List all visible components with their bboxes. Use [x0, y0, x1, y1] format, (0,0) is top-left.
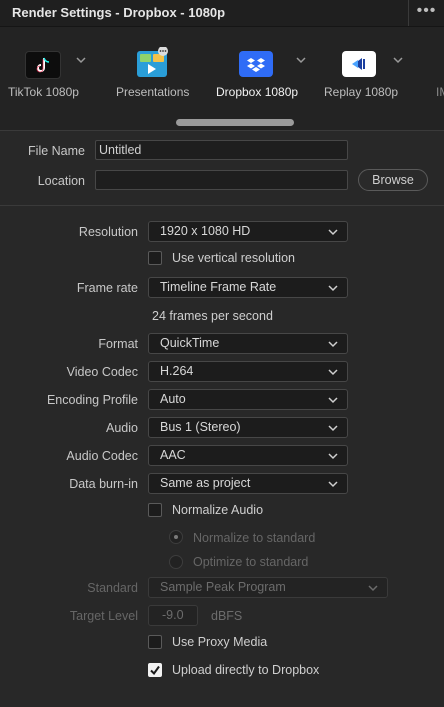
frame-rate-label: Frame rate: [76, 281, 138, 295]
resolution-label: Resolution: [78, 225, 138, 239]
preset-strip: TikTok 1080p Presentations Dropbox 1080p…: [0, 27, 444, 130]
standard-select[interactable]: Sample Peak Program: [148, 577, 388, 598]
chevron-down-icon: [328, 453, 338, 460]
chevron-down-icon: [328, 341, 338, 348]
data-burn-in-label: Data burn-in: [69, 477, 138, 491]
frame-rate-info: 24 frames per second: [152, 309, 273, 323]
window-title: Render Settings - Dropbox - 1080p: [12, 5, 226, 20]
encoding-profile-select[interactable]: Auto: [148, 389, 348, 410]
target-level-unit: dBFS: [211, 609, 243, 623]
preset-dropbox[interactable]: Dropbox 1080p: [210, 27, 315, 130]
preset-label: Presentations: [116, 85, 190, 99]
chevron-down-icon: [328, 369, 338, 376]
audio-codec-value: AAC: [160, 448, 186, 462]
chevron-down-icon[interactable]: [393, 55, 403, 65]
proxy-media-label: Use Proxy Media: [172, 635, 268, 649]
format-label: Format: [98, 337, 138, 351]
chevron-down-icon: [368, 585, 378, 592]
chevron-down-icon: [328, 397, 338, 404]
audio-label: Audio: [106, 421, 138, 435]
preset-scrollbar[interactable]: [176, 119, 294, 126]
resolution-select[interactable]: 1920 x 1080 HD: [148, 221, 348, 242]
optimize-standard-label: Optimize to standard: [193, 555, 309, 569]
proxy-media-checkbox[interactable]: [148, 635, 162, 649]
replay-icon: [342, 51, 376, 77]
normalize-standard-label: Normalize to standard: [193, 531, 316, 545]
preset-label: IM: [436, 85, 444, 99]
audio-select[interactable]: Bus 1 (Stereo): [148, 417, 348, 438]
frame-rate-value: Timeline Frame Rate: [160, 280, 277, 294]
preset-label: TikTok 1080p: [8, 85, 79, 99]
frame-rate-select[interactable]: Timeline Frame Rate: [148, 277, 348, 298]
preset-tiktok[interactable]: TikTok 1080p: [0, 27, 95, 130]
dropbox-icon: [239, 51, 273, 77]
checkmark-icon: [150, 665, 160, 676]
preset-label: Replay 1080p: [324, 85, 399, 99]
standard-label: Standard: [87, 581, 138, 595]
normalize-audio-label: Normalize Audio: [172, 503, 264, 517]
chevron-down-icon: [328, 229, 338, 236]
target-level-label: Target Level: [69, 609, 138, 623]
location-label: Location: [37, 174, 85, 188]
vertical-resolution-checkbox[interactable]: [148, 251, 162, 265]
format-value: QuickTime: [160, 336, 220, 350]
audio-value: Bus 1 (Stereo): [160, 420, 241, 434]
preset-partial[interactable]: IM: [430, 27, 444, 130]
chevron-down-icon: [328, 481, 338, 488]
optimize-standard-radio[interactable]: [169, 555, 183, 569]
divider: [0, 205, 444, 206]
file-name-label: File Name: [28, 144, 85, 158]
presentations-icon: [136, 46, 168, 77]
chevron-down-icon[interactable]: [296, 55, 306, 65]
standard-value: Sample Peak Program: [160, 580, 286, 594]
vertical-resolution-label: Use vertical resolution: [172, 251, 295, 265]
preset-presentations[interactable]: Presentations: [110, 27, 200, 130]
file-name-input[interactable]: Untitled: [95, 140, 348, 160]
target-level-input[interactable]: -9.0: [148, 605, 198, 626]
format-select[interactable]: QuickTime: [148, 333, 348, 354]
audio-codec-select[interactable]: AAC: [148, 445, 348, 466]
preset-label: Dropbox 1080p: [216, 85, 299, 99]
video-codec-select[interactable]: H.264: [148, 361, 348, 382]
window-header: Render Settings - Dropbox - 1080p •••: [0, 0, 444, 27]
audio-codec-label: Audio Codec: [66, 449, 138, 463]
chevron-down-icon: [328, 425, 338, 432]
encoding-profile-label: Encoding Profile: [46, 393, 138, 407]
chevron-down-icon: [328, 285, 338, 292]
more-options-icon[interactable]: •••: [408, 0, 444, 26]
chevron-down-icon[interactable]: [76, 55, 86, 65]
normalize-audio-checkbox[interactable]: [148, 503, 162, 517]
upload-dropbox-label: Upload directly to Dropbox: [172, 663, 320, 677]
browse-button[interactable]: Browse: [358, 169, 428, 191]
data-burn-in-value: Same as project: [160, 476, 251, 490]
tiktok-icon: [25, 51, 61, 79]
normalize-standard-radio[interactable]: [169, 530, 183, 544]
resolution-value: 1920 x 1080 HD: [160, 224, 251, 238]
video-codec-label: Video Codec: [66, 365, 138, 379]
encoding-profile-value: Auto: [160, 392, 186, 406]
video-codec-value: H.264: [160, 364, 194, 378]
data-burn-in-select[interactable]: Same as project: [148, 473, 348, 494]
upload-dropbox-checkbox[interactable]: [148, 663, 162, 677]
preset-replay[interactable]: Replay 1080p: [320, 27, 420, 130]
divider: [0, 130, 444, 131]
location-input[interactable]: [95, 170, 348, 190]
